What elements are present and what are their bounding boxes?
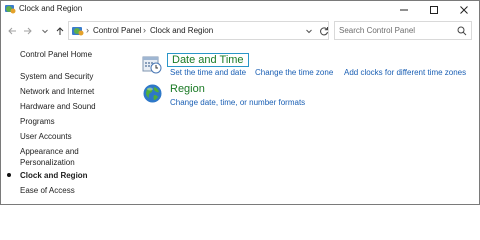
breadcrumb-separator: › [143, 25, 146, 35]
recent-locations-button[interactable] [37, 18, 53, 43]
arrow-right-icon [24, 27, 32, 34]
navigation-bar: › Control Panel › Clock and Region Searc… [1, 18, 479, 43]
active-item-bullet [7, 173, 11, 177]
refresh-icon [320, 26, 328, 35]
globe-icon[interactable] [142, 83, 163, 104]
control-panel-icon [5, 5, 16, 14]
search-box[interactable]: Search Control Panel [334, 21, 472, 40]
sidebar-item-user-accounts[interactable]: User Accounts [20, 131, 72, 142]
address-dropdown-button[interactable] [302, 22, 316, 39]
breadcrumb-control-panel[interactable]: Control Panel [93, 26, 141, 35]
sidebar-item-appearance-and-personalization[interactable]: Appearance and Personalization [20, 146, 100, 168]
add-clocks-link[interactable]: Add clocks for different time zones [344, 68, 466, 77]
sidebar-control-panel-home[interactable]: Control Panel Home [20, 50, 92, 59]
control-panel-window: Clock and Region › Control Panel › Clock… [0, 0, 480, 205]
sidebar-item-clock-and-region[interactable]: Clock and Region [20, 170, 88, 181]
window-title: Clock and Region [19, 4, 83, 13]
date-and-time-heading[interactable]: Date and Time [167, 53, 249, 67]
sidebar-item-hardware-and-sound[interactable]: Hardware and Sound [20, 101, 96, 112]
minimize-button[interactable] [389, 1, 419, 18]
close-icon [460, 5, 468, 14]
sidebar-item-network-and-internet[interactable]: Network and Internet [20, 86, 94, 97]
arrow-left-icon [8, 27, 16, 34]
sidebar-item-ease-of-access[interactable]: Ease of Access [20, 185, 75, 196]
search-icon [457, 26, 467, 36]
sidebar-item-system-and-security[interactable]: System and Security [20, 71, 93, 82]
region-heading[interactable]: Region [170, 83, 205, 95]
search-input[interactable]: Search Control Panel [339, 26, 415, 35]
calendar-clock-icon[interactable] [142, 54, 162, 74]
back-button[interactable] [4, 18, 20, 43]
breadcrumb-separator: › [86, 25, 89, 35]
chevron-down-icon [42, 29, 48, 33]
maximize-icon [430, 5, 438, 14]
control-panel-icon [72, 27, 84, 36]
change-formats-link[interactable]: Change date, time, or number formats [170, 98, 305, 107]
close-button[interactable] [449, 1, 479, 18]
forward-button[interactable] [20, 18, 36, 43]
set-time-and-date-link[interactable]: Set the time and date [170, 68, 246, 77]
refresh-button[interactable] [318, 22, 330, 39]
sidebar-item-programs[interactable]: Programs [20, 116, 55, 127]
chevron-down-icon [306, 29, 312, 33]
change-time-zone-link[interactable]: Change the time zone [255, 68, 333, 77]
minimize-icon [400, 9, 408, 10]
address-bar[interactable]: › Control Panel › Clock and Region [68, 21, 329, 40]
title-bar: Clock and Region [1, 1, 479, 18]
breadcrumb-clock-and-region[interactable]: Clock and Region [150, 26, 213, 35]
arrow-up-icon [56, 26, 64, 35]
up-button[interactable] [52, 18, 68, 43]
maximize-button[interactable] [419, 1, 449, 18]
